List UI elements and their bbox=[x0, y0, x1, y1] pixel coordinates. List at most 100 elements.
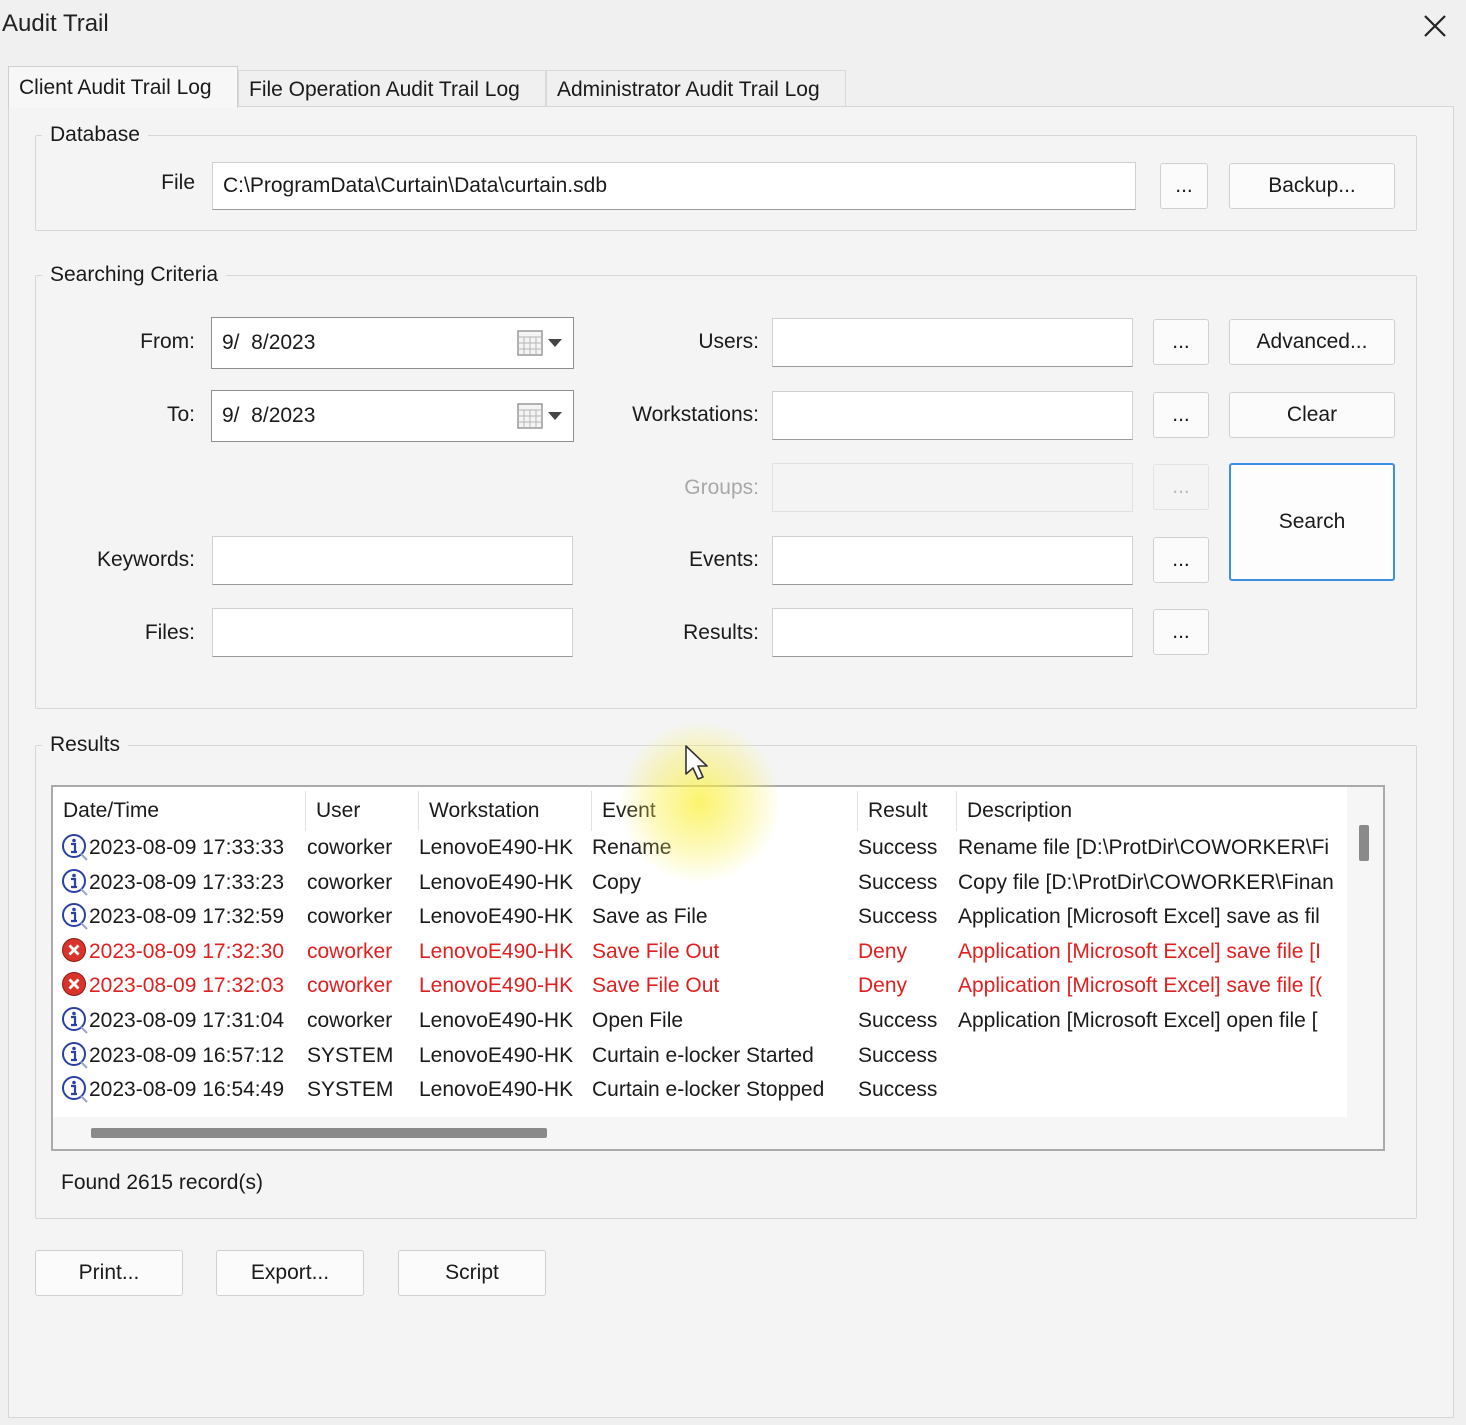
calendar-dropdown-icon[interactable] bbox=[517, 403, 563, 429]
events-browse-button[interactable]: ... bbox=[1153, 537, 1209, 583]
column-header-user[interactable]: User bbox=[306, 791, 418, 831]
column-header-result[interactable]: Result bbox=[858, 791, 956, 831]
info-icon bbox=[62, 1007, 88, 1034]
users-browse-button[interactable]: ... bbox=[1153, 319, 1209, 365]
vertical-scroll-thumb[interactable] bbox=[1359, 825, 1369, 861]
table-row[interactable]: 2023-08-09 17:31:04 coworker LenovoE490-HK… bbox=[53, 1004, 1349, 1038]
results-browse-button[interactable]: ... bbox=[1153, 609, 1209, 655]
database-file-field[interactable]: C:\ProgramData\Curtain\Data\curtain.sdb bbox=[212, 162, 1136, 210]
to-label: To: bbox=[166, 403, 195, 426]
clear-button[interactable]: Clear bbox=[1229, 392, 1395, 438]
events-input[interactable] bbox=[772, 536, 1133, 585]
table-row[interactable]: 2023-08-09 17:32:03 coworker LenovoE490-HK… bbox=[53, 969, 1349, 1003]
workstations-browse-button[interactable]: ... bbox=[1153, 392, 1209, 438]
cell-workstation: LenovoE490-HK bbox=[419, 836, 574, 859]
close-button[interactable] bbox=[1414, 6, 1456, 46]
cell-datetime: 2023-08-09 17:33:33 bbox=[89, 836, 284, 859]
from-date-value: 9/ 8/2023 bbox=[222, 331, 316, 354]
calendar-dropdown-icon[interactable] bbox=[517, 330, 563, 356]
tab-client-audit-trail-log[interactable]: Client Audit Trail Log bbox=[8, 66, 238, 108]
window-title: Audit Trail bbox=[2, 10, 109, 37]
tab-file-operation-audit-trail-log[interactable]: File Operation Audit Trail Log bbox=[238, 70, 546, 108]
horizontal-scrollbar[interactable] bbox=[53, 1117, 1349, 1149]
found-records-text: Found 2615 record(s) bbox=[61, 1171, 263, 1194]
column-header-event[interactable]: Event bbox=[592, 791, 857, 831]
tab-administrator-audit-trail-log[interactable]: Administrator Audit Trail Log bbox=[546, 70, 846, 108]
workstations-input[interactable] bbox=[772, 391, 1133, 440]
horizontal-scroll-thumb[interactable] bbox=[91, 1128, 547, 1138]
workstations-label: Workstations: bbox=[632, 403, 759, 426]
cell-datetime: 2023-08-09 17:31:04 bbox=[89, 1009, 284, 1032]
print-button[interactable]: Print... bbox=[35, 1250, 183, 1296]
column-header-workstation[interactable]: Workstation bbox=[419, 791, 591, 831]
cell-user: coworker bbox=[307, 1009, 393, 1032]
cell-description bbox=[958, 1073, 1348, 1107]
cell-description: Application [Microsoft Excel] save file … bbox=[958, 974, 1323, 998]
table-row[interactable]: 2023-08-09 17:33:23 coworker LenovoE490-HK… bbox=[53, 866, 1349, 900]
cell-event: Save File Out bbox=[592, 939, 720, 963]
cell-datetime: 2023-08-09 17:32:59 bbox=[89, 905, 284, 929]
table-row[interactable]: 2023-08-09 17:32:30 coworker LenovoE490-HK… bbox=[53, 935, 1349, 969]
script-button[interactable]: Script bbox=[398, 1250, 546, 1296]
database-legend: Database bbox=[50, 123, 140, 146]
file-label: File bbox=[161, 171, 195, 194]
cell-event: Rename bbox=[592, 836, 672, 859]
info-icon bbox=[62, 1076, 88, 1103]
cell-result: Success bbox=[858, 836, 938, 859]
cell-result: Deny bbox=[858, 974, 908, 998]
cell-workstation: LenovoE490-HK bbox=[419, 974, 574, 998]
searching-criteria-legend: Searching Criteria bbox=[50, 263, 219, 286]
results-legend: Results bbox=[50, 733, 121, 756]
results-input[interactable] bbox=[772, 608, 1133, 657]
browse-database-button[interactable]: ... bbox=[1160, 163, 1208, 209]
to-date-value: 9/ 8/2023 bbox=[222, 404, 316, 427]
export-button[interactable]: Export... bbox=[216, 1250, 364, 1296]
users-input[interactable] bbox=[772, 318, 1133, 367]
files-label: Files: bbox=[144, 621, 195, 644]
cell-user: coworker bbox=[307, 939, 393, 963]
from-label: From: bbox=[140, 330, 195, 353]
cell-event: Copy bbox=[592, 870, 642, 894]
info-icon bbox=[62, 903, 88, 930]
cell-datetime: 2023-08-09 17:33:23 bbox=[89, 870, 284, 894]
column-header-description[interactable]: Description bbox=[957, 791, 1347, 831]
advanced-button[interactable]: Advanced... bbox=[1229, 319, 1395, 365]
cell-event: Curtain e-locker Started bbox=[592, 1043, 814, 1067]
backup-button[interactable]: Backup... bbox=[1229, 163, 1395, 209]
cell-user: coworker bbox=[307, 836, 393, 859]
keywords-label: Keywords: bbox=[96, 548, 195, 571]
cell-description: Application [Microsoft Excel] save file … bbox=[958, 939, 1321, 963]
error-icon bbox=[62, 937, 86, 962]
search-button[interactable]: Search bbox=[1229, 463, 1395, 581]
cell-description bbox=[958, 1039, 1348, 1073]
cell-datetime: 2023-08-09 16:57:12 bbox=[89, 1043, 284, 1067]
table-row[interactable]: 2023-08-09 17:33:33 coworker LenovoE490-HK… bbox=[53, 831, 1349, 865]
users-label: Users: bbox=[698, 330, 759, 353]
keywords-input[interactable] bbox=[212, 536, 573, 585]
tab-panel: Database File C:\ProgramData\Curtain\Dat… bbox=[8, 106, 1454, 1418]
vertical-scrollbar[interactable] bbox=[1347, 787, 1383, 1117]
cell-description: Copy file [D:\ProtDir\COWORKER\Finan bbox=[958, 870, 1334, 894]
results-list[interactable]: Date/Time User Workstation Event Result … bbox=[51, 785, 1385, 1151]
table-row[interactable]: 2023-08-09 16:54:49 SYSTEM LenovoE490-HK Cu… bbox=[53, 1073, 1349, 1107]
cell-user: coworker bbox=[307, 905, 393, 929]
info-icon bbox=[62, 834, 88, 861]
files-input[interactable] bbox=[212, 608, 573, 657]
groups-browse-button: ... bbox=[1153, 464, 1209, 510]
cell-description: Rename file [D:\ProtDir\COWORKER\Fi bbox=[958, 836, 1330, 859]
groups-input bbox=[772, 463, 1133, 512]
cell-result: Success bbox=[858, 905, 938, 929]
table-row[interactable]: 2023-08-09 16:57:12 SYSTEM LenovoE490-HK Cu… bbox=[53, 1039, 1349, 1073]
cell-user: coworker bbox=[307, 870, 393, 894]
close-icon bbox=[1424, 15, 1446, 37]
column-header-datetime[interactable]: Date/Time bbox=[53, 791, 305, 831]
cell-result: Success bbox=[858, 1009, 938, 1032]
info-icon bbox=[62, 1041, 88, 1069]
cell-workstation: LenovoE490-HK bbox=[419, 905, 574, 929]
cell-datetime: 2023-08-09 17:32:30 bbox=[89, 939, 284, 963]
cell-result: Success bbox=[858, 1078, 938, 1102]
from-date-picker[interactable]: 9/ 8/2023 bbox=[211, 317, 574, 369]
cell-workstation: LenovoE490-HK bbox=[419, 870, 574, 894]
to-date-picker[interactable]: 9/ 8/2023 bbox=[211, 390, 574, 442]
table-row[interactable]: 2023-08-09 17:32:59 coworker LenovoE490-HK… bbox=[53, 900, 1349, 934]
